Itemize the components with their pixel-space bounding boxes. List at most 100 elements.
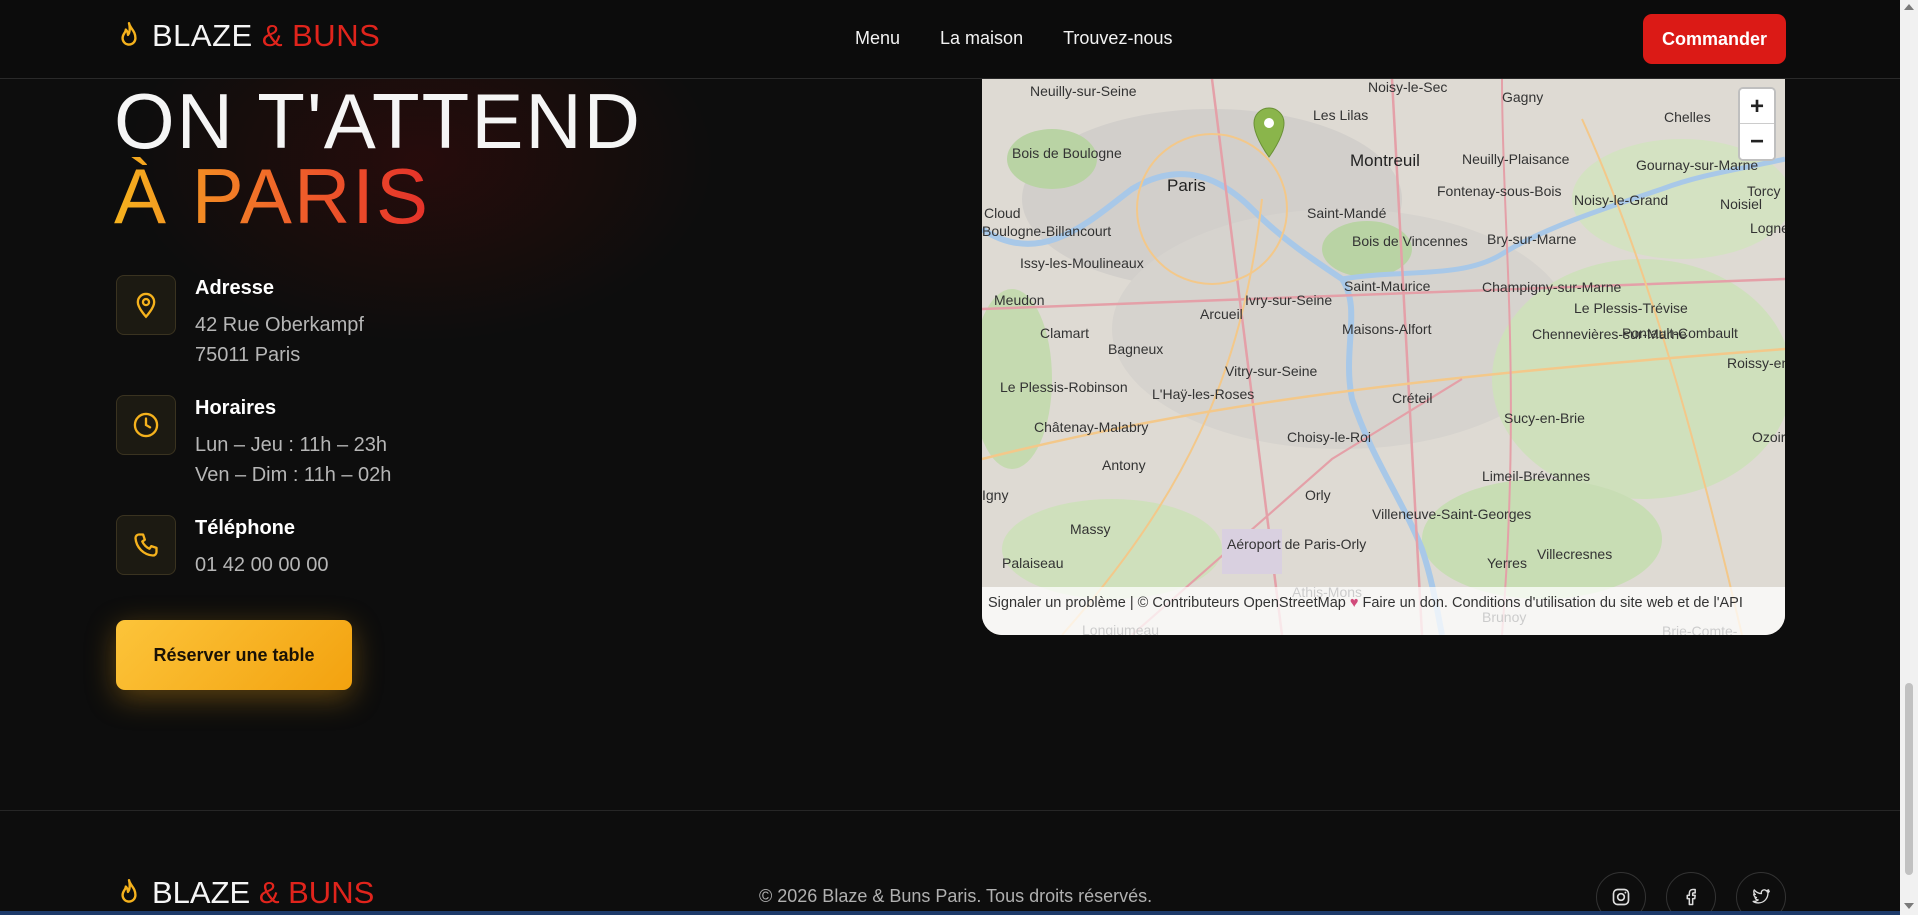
phone-icon-box <box>116 515 176 575</box>
map-place-label: Créteil <box>1392 390 1433 406</box>
map-place-label: Ivry-sur-Seine <box>1245 292 1333 308</box>
facebook-link[interactable] <box>1666 872 1716 915</box>
instagram-link[interactable] <box>1596 872 1646 915</box>
scroll-thumb[interactable] <box>1905 683 1913 875</box>
map-place-label: Arcueil <box>1200 306 1243 322</box>
map-place-label: Pontault-Combault <box>1622 325 1738 341</box>
bottom-edge <box>0 911 1900 915</box>
map-place-label: Saint-Mandé <box>1307 205 1387 221</box>
map-place-label: Chelles <box>1664 109 1711 125</box>
nav-item-menu[interactable]: Menu <box>855 28 900 49</box>
address-label: Adresse <box>195 277 274 299</box>
map-place-label: Saint-Maurice <box>1344 278 1431 294</box>
map-place-label: L'Haÿ-les-Roses <box>1152 386 1255 402</box>
hours-line-1: Lun – Jeu : 11h – 23h <box>195 434 388 456</box>
map-place-label: Torcy <box>1747 183 1781 199</box>
map-place-label: Limeil-Brévannes <box>1482 468 1591 484</box>
map-place-label: Gagny <box>1502 89 1544 105</box>
map-place-label: Palaiseau <box>1002 555 1064 571</box>
address-block: Adresse 42 Rue Oberkampf 75011 Paris <box>116 275 616 366</box>
map-place-label: Noisy-le-Grand <box>1574 192 1669 208</box>
main-nav: Menu La maison Trouvez-nous <box>855 28 1172 49</box>
hours-line-2: Ven – Dim : 11h – 02h <box>195 464 392 486</box>
map-place-label: Paris <box>1167 176 1206 195</box>
nav-item-trouvez-nous[interactable]: Trouvez-nous <box>1063 28 1172 49</box>
map-pin-icon <box>136 292 156 319</box>
map-place-label: Clamart <box>1040 325 1090 341</box>
scroll-down-arrow-icon[interactable] <box>1904 903 1914 909</box>
hours-icon-box <box>116 395 176 455</box>
osm-contributors-link[interactable]: Contributeurs OpenStreetMap <box>1152 595 1345 611</box>
map-place-label: Le Plessis-Robinson <box>1000 379 1128 395</box>
map-place-label: Villecresnes <box>1537 546 1613 562</box>
footer-logo[interactable]: BLAZE & BUNS <box>116 875 374 911</box>
scroll-up-arrow-icon[interactable] <box>1904 4 1914 10</box>
map-place-label: Meudon <box>994 292 1045 308</box>
map-place-label: Bagneux <box>1108 341 1164 357</box>
hero-title-line-2: À PARIS <box>114 152 430 240</box>
map-place-label: Yerres <box>1487 555 1527 571</box>
report-problem-link[interactable]: Signaler un problème <box>988 595 1126 611</box>
phone-block: Téléphone 01 42 00 00 00 <box>116 515 616 585</box>
map-place-label: Lognes <box>1750 220 1785 236</box>
address-icon-box <box>116 275 176 335</box>
map-place-label: Ozoir <box>1752 429 1785 445</box>
flame-icon <box>121 21 137 46</box>
brand-word-1: BLAZE <box>152 18 253 53</box>
page-scrollbar[interactable] <box>1900 0 1918 915</box>
map-place-label: Les Lilas <box>1313 107 1369 123</box>
map-place-label: Montreuil <box>1350 151 1420 170</box>
location-map[interactable]: Neuilly-sur-Seine Noisy-le-Sec Gagny Chelle… <box>982 79 1785 635</box>
twitter-link[interactable] <box>1736 872 1786 915</box>
zoom-controls: + − <box>1738 87 1776 161</box>
map-attribution: Signaler un problème | © Contributeurs O… <box>982 587 1785 635</box>
heart-icon: ♥ <box>1349 595 1359 611</box>
attribution-separator: | © <box>1125 595 1153 611</box>
map-place-label: Neuilly-Plaisance <box>1462 151 1570 167</box>
facebook-icon <box>1686 888 1696 906</box>
site-header: BLAZE & BUNS Menu La maison Trouvez-nous… <box>0 0 1900 79</box>
copyright-text: © 2026 Blaze & Buns Paris. Tous droits r… <box>759 886 1153 906</box>
map-place-label: Le Plessis-Trévise <box>1574 300 1688 316</box>
map-place-label: Antony <box>1102 457 1146 473</box>
map-place-label: Boulogne-Billancourt <box>982 223 1112 239</box>
hero-title-line-1: ON T'ATTEND <box>114 77 643 165</box>
brand-logo[interactable]: BLAZE & BUNS <box>116 18 380 54</box>
map-place-label: Villeneuve-Saint-Georges <box>1372 506 1532 522</box>
map-place-label: Roissy-en- <box>1727 355 1785 371</box>
order-button[interactable]: Commander <box>1643 14 1786 64</box>
clock-icon <box>133 412 159 438</box>
map-place-label: Vitry-sur-Seine <box>1225 363 1318 379</box>
map-place-label: Noisy-le-Sec <box>1368 79 1448 95</box>
nav-item-la-maison[interactable]: La maison <box>940 28 1023 49</box>
reserve-table-button[interactable]: Réserver une table <box>116 620 352 690</box>
map-place-label: Fontenay-sous-Bois <box>1437 183 1562 199</box>
zoom-in-button[interactable]: + <box>1740 89 1774 124</box>
map-place-label: Massy <box>1070 521 1111 537</box>
zoom-out-button[interactable]: − <box>1740 124 1774 159</box>
map-place-label: Orly <box>1305 487 1331 503</box>
terms-link[interactable]: Conditions d'utilisation du site web et … <box>1452 595 1743 611</box>
hours-label: Horaires <box>195 397 277 419</box>
map-place-label: Aéroport de Paris-Orly <box>1227 536 1367 552</box>
map-place-label: Bry-sur-Marne <box>1487 231 1577 247</box>
twitter-icon <box>1752 889 1770 904</box>
map-place-label: Issy-les-Moulineaux <box>1020 255 1144 271</box>
map-place-label: Châtenay-Malabry <box>1034 419 1149 435</box>
map-place-label: Igny <box>982 487 1009 503</box>
map-place-label: Neuilly-sur-Seine <box>1030 83 1137 99</box>
hours-block: Horaires Lun – Jeu : 11h – 23h Ven – Dim… <box>116 395 616 486</box>
map-place-label: Sucy-en-Brie <box>1504 410 1585 426</box>
phone-number[interactable]: 01 42 00 00 00 <box>195 554 328 577</box>
address-line-2: 75011 Paris <box>195 344 301 366</box>
map-place-label: Champigny-sur-Marne <box>1482 279 1622 295</box>
phone-icon <box>134 533 158 557</box>
instagram-icon <box>1612 888 1630 906</box>
donate-link[interactable]: Faire un don. <box>1363 595 1448 611</box>
flame-icon <box>121 878 137 903</box>
footer-brand-word-2: & BUNS <box>258 875 375 910</box>
brand-word-2: & BUNS <box>261 18 381 53</box>
map-place-label: Bois de Boulogne <box>1012 145 1122 161</box>
map-place-label: Maisons-Alfort <box>1342 321 1432 337</box>
map-place-label: Bois de Vincennes <box>1352 233 1468 249</box>
